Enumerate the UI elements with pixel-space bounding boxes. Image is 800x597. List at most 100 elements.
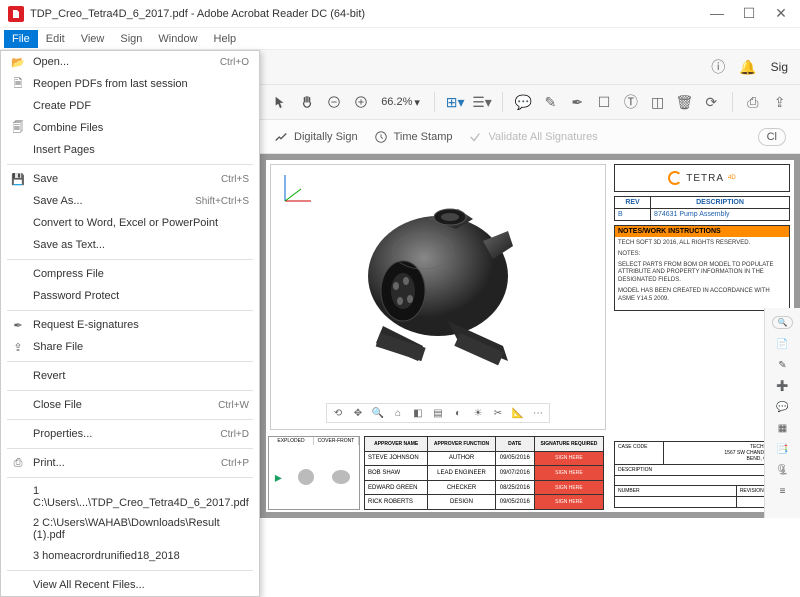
zoom-out-button[interactable] <box>324 90 345 114</box>
page-display-button[interactable]: ☰▾ <box>472 90 493 114</box>
mini-wire-icon[interactable]: ▤ <box>431 406 445 420</box>
top-right-bar: ⓘ 🔔 Sig <box>260 50 800 84</box>
thumb-exploded[interactable] <box>294 465 318 489</box>
blank-icon <box>9 369 27 383</box>
zoom-in-button[interactable] <box>350 90 371 114</box>
filemenu-item-label: Convert to Word, Excel or PowerPoint <box>33 217 249 229</box>
tools-comment-icon[interactable]: 💬 <box>776 402 788 413</box>
fit-width-button[interactable]: ⊞▾ <box>445 90 466 114</box>
help-icon[interactable]: ⓘ <box>711 57 725 77</box>
filemenu-item[interactable]: Close FileCtrl+W <box>1 394 259 416</box>
tools-edit-icon[interactable]: ✎ <box>778 360 786 371</box>
signin-link[interactable]: Sig <box>771 60 788 74</box>
filemenu-item[interactable]: View All Recent Files... <box>1 574 259 596</box>
pump-model <box>328 181 548 381</box>
filemenu-item-label: 3 homeacrordrunified18_2018 <box>33 550 249 562</box>
delete-icon[interactable]: 🗑 <box>674 90 695 114</box>
blank-icon <box>9 549 27 563</box>
filemenu-item-label: Compress File <box>33 268 249 280</box>
mini-measure-icon[interactable]: 📐 <box>511 406 525 420</box>
mini-light-icon[interactable]: ☀ <box>471 406 485 420</box>
filemenu-item[interactable]: Properties...Ctrl+D <box>1 423 259 445</box>
tools-search-icon[interactable]: 🔍 <box>772 316 794 329</box>
3d-viewport[interactable]: ⟲ ✥ 🔍 ⌂ ◧ ▤ ◐ ☀ ✂ 📐 ⋯ <box>270 164 606 430</box>
filemenu-item[interactable]: Create PDF <box>1 95 259 117</box>
blank-icon <box>9 427 27 441</box>
filemenu-item-label: View All Recent Files... <box>33 579 249 591</box>
table-row: EDWARD GREENCHECKER08/25/2016SIGN HERE <box>365 480 604 495</box>
filemenu-item[interactable]: ⎙Print...Ctrl+P <box>1 452 259 474</box>
digitally-sign-button[interactable]: Digitally Sign <box>274 130 358 144</box>
erase-icon[interactable]: ◫ <box>647 90 668 114</box>
filemenu-item[interactable]: Save as Text... <box>1 234 259 256</box>
tools-organize-icon[interactable]: 📑 <box>776 444 788 455</box>
menu-file[interactable]: File <box>4 30 38 48</box>
tools-export-icon[interactable]: 📄 <box>776 339 788 350</box>
filemenu-item[interactable]: ⇪Share File <box>1 336 259 358</box>
filemenu-item[interactable]: Compress File <box>1 263 259 285</box>
filemenu-item[interactable]: 3 homeacrordrunified18_2018 <box>1 545 259 567</box>
menu-window[interactable]: Window <box>150 30 205 48</box>
mini-iso-icon[interactable]: ◧ <box>411 406 425 420</box>
tools-compress-icon[interactable]: 🗜 <box>776 465 789 476</box>
mini-rotate-icon[interactable]: ⟲ <box>331 406 345 420</box>
approval-table: APPROVER NAME APPROVER FUNCTION DATE SIG… <box>364 436 604 510</box>
time-stamp-button[interactable]: Time Stamp <box>374 130 453 144</box>
filemenu-item[interactable]: Convert to Word, Excel or PowerPoint <box>1 212 259 234</box>
filemenu-item[interactable]: 💾SaveCtrl+S <box>1 168 259 190</box>
mini-more-icon[interactable]: ⋯ <box>531 406 545 420</box>
tools-redact-icon[interactable]: ≡ <box>780 486 786 497</box>
sign-icon[interactable]: ✒ <box>567 90 588 114</box>
sign-here-tag[interactable]: SIGN HERE <box>534 480 603 495</box>
bell-icon[interactable]: 🔔 <box>739 59 756 76</box>
menu-help[interactable]: Help <box>206 30 245 48</box>
menu-sign[interactable]: Sign <box>112 30 150 48</box>
filemenu-item[interactable]: 🗐Combine Files <box>1 117 259 139</box>
print-icon[interactable]: ⎙ <box>742 90 763 114</box>
sign-here-tag[interactable]: SIGN HERE <box>534 495 603 510</box>
mini-zoom-icon[interactable]: 🔍 <box>371 406 385 420</box>
axis-indicator <box>277 171 315 209</box>
close-button[interactable]: ✕ <box>774 5 788 22</box>
comment-icon[interactable]: 💬 <box>513 90 534 114</box>
filemenu-item[interactable]: Revert <box>1 365 259 387</box>
close-panel-button[interactable]: Cl <box>758 128 786 146</box>
stamp-icon[interactable]: ☐ <box>594 90 615 114</box>
pdf-page[interactable]: ⟲ ✥ 🔍 ⌂ ◧ ▤ ◐ ☀ ✂ 📐 ⋯ TETRA4D REVDESCRIP… <box>266 160 794 512</box>
hand-tool[interactable] <box>297 90 318 114</box>
mini-section-icon[interactable]: ✂ <box>491 406 505 420</box>
filemenu-item[interactable]: 🗎Reopen PDFs from last session <box>1 73 259 95</box>
rotate-icon[interactable]: ⟳ <box>701 90 722 114</box>
minimize-button[interactable]: — <box>710 5 724 22</box>
tools-create-icon[interactable]: ➕ <box>776 381 788 392</box>
menu-edit[interactable]: Edit <box>38 30 73 48</box>
reopen-icon: 🗎 <box>9 77 27 91</box>
filemenu-item[interactable]: Save As...Shift+Ctrl+S <box>1 190 259 212</box>
shortcut-label: Ctrl+P <box>221 458 249 469</box>
window-controls: — ☐ ✕ <box>710 5 792 22</box>
zoom-level[interactable]: 66.2%▾ <box>377 96 424 109</box>
pointer-tool[interactable] <box>270 90 291 114</box>
sign-here-tag[interactable]: SIGN HERE <box>534 451 603 466</box>
share-icon[interactable]: ⇪ <box>769 90 790 114</box>
text-icon[interactable]: Ⓣ <box>620 90 641 114</box>
mini-pan-icon[interactable]: ✥ <box>351 406 365 420</box>
blank-icon <box>9 267 27 281</box>
sign-here-tag[interactable]: SIGN HERE <box>534 466 603 481</box>
mini-shade-icon[interactable]: ◐ <box>451 406 465 420</box>
menu-view[interactable]: View <box>73 30 113 48</box>
blank-icon <box>9 194 27 208</box>
filemenu-item[interactable]: Password Protect <box>1 285 259 307</box>
filemenu-item[interactable]: 📂Open...Ctrl+O <box>1 51 259 73</box>
filemenu-item[interactable]: Insert Pages <box>1 139 259 161</box>
filemenu-item[interactable]: 1 C:\Users\...\TDP_Creo_Tetra4D_6_2017.p… <box>1 481 259 513</box>
maximize-button[interactable]: ☐ <box>742 5 756 22</box>
tools-combine-icon[interactable]: ▦ <box>778 423 787 434</box>
chevron-down-icon: ▾ <box>414 96 420 109</box>
highlight-icon[interactable]: ✎ <box>540 90 561 114</box>
filemenu-item[interactable]: ✒Request E-signatures <box>1 314 259 336</box>
mini-home-icon[interactable]: ⌂ <box>391 406 405 420</box>
thumb-cover[interactable] <box>329 465 353 489</box>
prev-view-button[interactable]: ▸ <box>275 469 282 486</box>
validate-signatures-button[interactable]: Validate All Signatures <box>468 130 597 144</box>
